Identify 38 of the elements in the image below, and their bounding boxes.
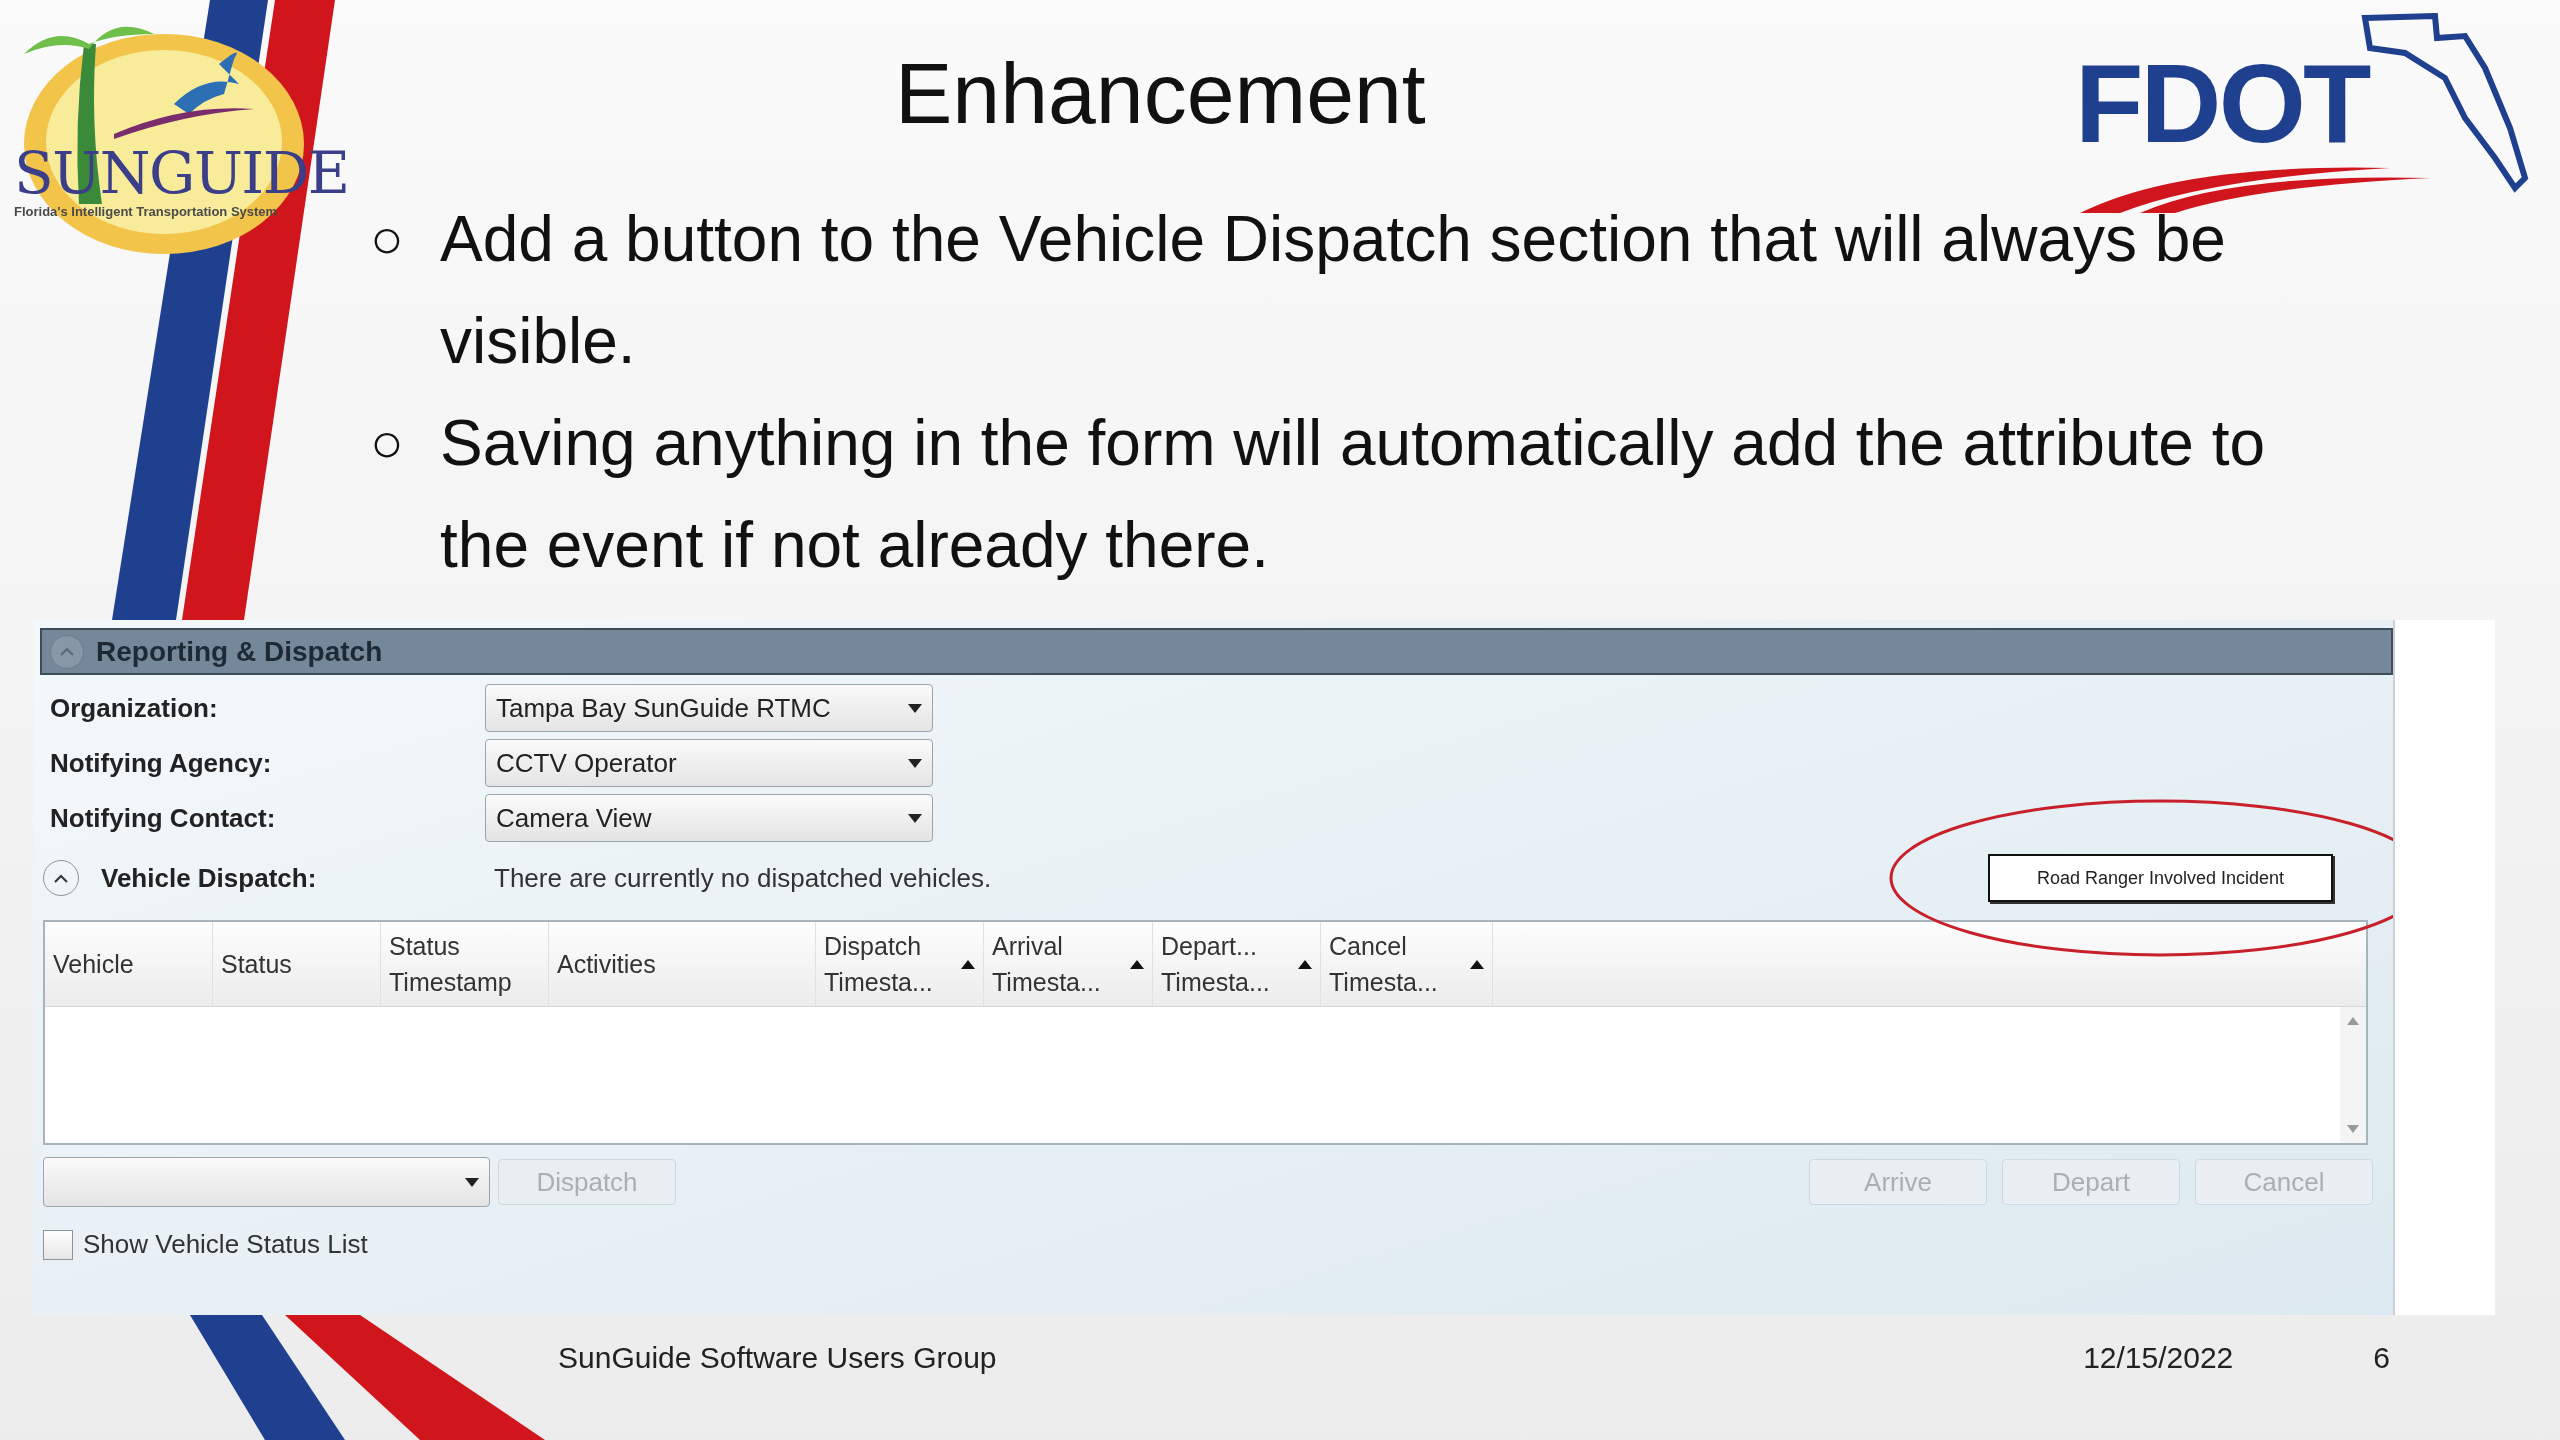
column-header[interactable]: Vehicle [45,922,213,1006]
logo-text: FDOT [2075,48,2369,160]
column-header[interactable]: Cancel Timesta... [1321,922,1493,1006]
dropdown-field[interactable]: CCTV Operator [485,739,933,787]
field-label: Organization: [49,691,219,725]
column-header[interactable]: Status Timestamp [381,922,549,1006]
page-number: 6 [2373,1339,2390,1376]
section-header[interactable]: Reporting & Dispatch [40,628,2393,675]
column-header[interactable]: Status [213,922,381,1006]
column-header[interactable]: Arrival Timesta... [984,922,1153,1006]
dropdown-field[interactable]: Camera View [485,794,933,842]
footer-text: SunGuide Software Users Group [558,1339,997,1376]
road-ranger-button[interactable]: Road Ranger Involved Incident [1988,854,2333,902]
caret-icon [908,758,922,768]
bullet-text: Add a button to the Vehicle Dispatch section that will always be visible. [440,202,2227,379]
slide-title: Enhancement [895,50,1426,136]
field-label: Notifying Agency: [49,746,273,780]
scroll-up-icon[interactable] [2347,1017,2359,1025]
bullet-text: Saving anything in the form will automatically add the attribute to the event if not already there. [440,406,2266,583]
scroll-down-icon[interactable] [2347,1125,2359,1133]
scrollbar[interactable] [2340,1007,2366,1143]
bullet-marker: ○ [370,206,405,272]
section-title: Reporting & Dispatch [96,634,383,669]
checkbox[interactable] [43,1229,73,1260]
bullet-marker: ○ [370,410,405,476]
column-header[interactable]: Dispatch Timesta... [816,922,984,1006]
field-label: Vehicle Dispatch: [101,861,318,895]
vehicle-dropdown[interactable] [43,1157,490,1207]
caret-icon [908,813,922,823]
status-message: There are currently no dispatched vehicles. [494,861,992,895]
column-header[interactable]: Depart... Timesta... [1153,922,1321,1006]
checkbox-label: Show Vehicle Status List [83,1228,368,1261]
field-label: Notifying Contact: [49,801,277,835]
caret-icon [908,703,922,713]
dropdown-field[interactable]: Tampa Bay SunGuide RTMC [485,684,933,732]
footer-date: 12/15/2022 [2083,1339,2234,1376]
caret-icon [465,1177,479,1187]
column-header[interactable]: Activities [549,922,816,1006]
